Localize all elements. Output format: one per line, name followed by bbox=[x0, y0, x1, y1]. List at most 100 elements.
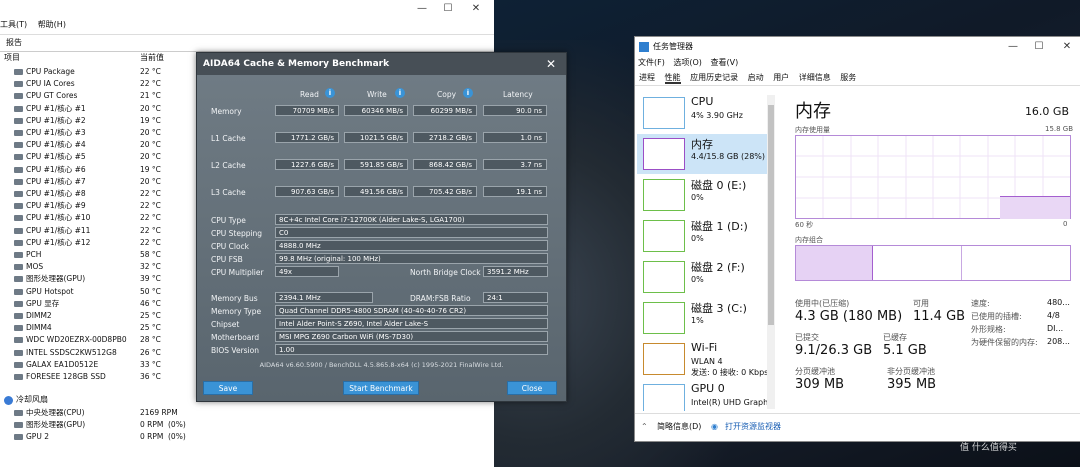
sensor-row[interactable]: DIMM4 25 °C bbox=[0, 322, 200, 334]
sensor-row[interactable]: WDC WD20EZRX-00D8PB0 28 °C bbox=[0, 334, 200, 346]
minimize-icon[interactable]: — bbox=[414, 2, 430, 16]
tab-performance[interactable]: 性能 bbox=[664, 73, 681, 84]
sensor-name: CPU #1/核心 #6 bbox=[26, 164, 86, 174]
sensor-row[interactable]: CPU #1/核心 #6 19 °C bbox=[0, 164, 200, 176]
sensor-row[interactable]: CPU IA Cores 22 °C bbox=[0, 78, 200, 90]
tm-close-icon[interactable]: ✕ bbox=[1059, 40, 1075, 54]
sensor-row[interactable]: CPU #1/核心 #7 20 °C bbox=[0, 176, 200, 188]
sensor-row[interactable]: FORESEE 128GB SSD 36 °C bbox=[0, 371, 200, 383]
sensor-row[interactable]: CPU #1/核心 #8 22 °C bbox=[0, 188, 200, 200]
open-resource-monitor-link[interactable]: 打开资源监视器 bbox=[725, 414, 781, 440]
sidebar-item-disk[interactable]: 磁盘 0 (E:) 0% bbox=[637, 175, 767, 215]
slots-label: 已使用的插槽: bbox=[971, 312, 1022, 321]
maximize-icon[interactable]: ☐ bbox=[440, 2, 456, 16]
close-icon[interactable]: ✕ bbox=[468, 2, 484, 16]
sensor-row[interactable]: CPU #1/核心 #10 22 °C bbox=[0, 212, 200, 224]
sensor-row[interactable]: INTEL SSDSC2KW512G8 26 °C bbox=[0, 347, 200, 359]
sensor-row[interactable]: GPU Hotspot 50 °C bbox=[0, 286, 200, 298]
sensor-row[interactable]: CPU #1/核心 #12 22 °C bbox=[0, 237, 200, 249]
fan-row[interactable]: GPU 2 0 RPM (0%) bbox=[0, 431, 200, 443]
composition-modified bbox=[873, 246, 962, 280]
sidebar-scrollbar[interactable] bbox=[767, 95, 775, 409]
bench-row-label: Memory bbox=[211, 107, 242, 116]
tab-services[interactable]: 服务 bbox=[840, 73, 856, 82]
fan-section-header[interactable]: 冷却风扇 bbox=[4, 394, 204, 406]
compose-label: 内存组合 bbox=[795, 236, 823, 244]
sidebar-item-net[interactable]: Wi-Fi WLAN 4 发送: 0 接收: 0 Kbps bbox=[637, 339, 768, 379]
sensor-row[interactable]: CPU #1/核心 #9 22 °C bbox=[0, 200, 200, 212]
sensor-icon bbox=[14, 130, 23, 136]
sensor-row[interactable]: MOS 32 °C bbox=[0, 261, 200, 273]
sensor-row[interactable]: GALAX EA1D0512E 33 °C bbox=[0, 359, 200, 371]
fan-name: GPU 2 bbox=[26, 432, 49, 442]
sensor-row[interactable]: CPU #1/核心 #5 20 °C bbox=[0, 151, 200, 163]
sensor-name: DIMM2 bbox=[26, 311, 52, 320]
bench-read-value: 70709 MB/s bbox=[275, 105, 339, 116]
memory-title: 内存 bbox=[795, 101, 831, 122]
sensor-name: GALAX EA1D0512E bbox=[26, 359, 99, 369]
sensor-row[interactable]: CPU GT Cores 21 °C bbox=[0, 90, 200, 102]
aida-close-icon[interactable]: ✕ bbox=[546, 53, 556, 75]
sidebar-item-disk[interactable]: 磁盘 3 (C:) 1% bbox=[637, 298, 767, 338]
cached-label: 已缓存 bbox=[883, 333, 907, 342]
read-info-icon[interactable]: i bbox=[325, 88, 335, 98]
tm-maximize-icon[interactable]: ☐ bbox=[1031, 40, 1047, 54]
scrollbar-thumb[interactable] bbox=[768, 105, 774, 325]
sensor-row[interactable]: CPU #1/核心 #3 20 °C bbox=[0, 127, 200, 139]
tab-app-history[interactable]: 应用历史记录 bbox=[690, 73, 738, 82]
sidebar-item-mem[interactable]: 内存 4.4/15.8 GB (28%) bbox=[637, 134, 767, 174]
sidebar-sparkline bbox=[643, 97, 685, 129]
report-button[interactable]: 报告 bbox=[6, 38, 22, 47]
sensor-value: 25 °C bbox=[140, 323, 161, 333]
fan-row[interactable]: 图形处理器(GPU) 0 RPM (0%) bbox=[0, 419, 200, 431]
brief-info-link[interactable]: 简略信息(D) bbox=[657, 414, 701, 440]
menu-tools[interactable]: 工具(T) bbox=[0, 20, 27, 29]
menu-help[interactable]: 帮助(H) bbox=[38, 20, 66, 29]
tm-menu-view[interactable]: 查看(V) bbox=[710, 58, 738, 67]
tab-startup[interactable]: 启动 bbox=[748, 73, 764, 82]
col-value-header[interactable]: 当前值 bbox=[140, 52, 164, 64]
sensor-row[interactable]: CPU Package 22 °C bbox=[0, 66, 200, 78]
sensor-row[interactable]: PCH 58 °C bbox=[0, 249, 200, 261]
sensor-row[interactable]: CPU #1/核心 #11 22 °C bbox=[0, 225, 200, 237]
sensor-row[interactable]: 图形处理器(GPU) 39 °C bbox=[0, 273, 200, 285]
tm-menu-options[interactable]: 选项(O) bbox=[673, 58, 702, 67]
sidebar-item-name: 磁盘 1 (D:) bbox=[691, 220, 748, 233]
copy-info-icon[interactable]: i bbox=[463, 88, 473, 98]
resource-monitor-icon: ◉ bbox=[711, 422, 718, 431]
sensor-row[interactable]: CPU #1/核心 #4 20 °C bbox=[0, 139, 200, 151]
tm-menu-file[interactable]: 文件(F) bbox=[638, 58, 665, 67]
sidebar-item-cpu[interactable]: CPU 4% 3.90 GHz bbox=[637, 93, 767, 133]
tab-details[interactable]: 详细信息 bbox=[799, 73, 831, 82]
fan-row[interactable]: 中央处理器(CPU) 2169 RPM bbox=[0, 407, 200, 419]
mem-type-label: Memory Type bbox=[211, 307, 262, 316]
chevron-up-icon[interactable]: ⌃ bbox=[641, 414, 648, 440]
bench-copy-value: 2718.2 GB/s bbox=[413, 132, 477, 143]
aida-title: AIDA64 Cache & Memory Benchmark bbox=[203, 59, 390, 69]
sidebar-item-disk[interactable]: 磁盘 2 (F:) 0% bbox=[637, 257, 767, 297]
form-value: DI... bbox=[1047, 324, 1064, 333]
save-button[interactable]: Save bbox=[203, 381, 253, 395]
close-button[interactable]: Close bbox=[507, 381, 557, 395]
sidebar-item-gpu[interactable]: GPU 0 Intel(R) UHD Graph bbox=[637, 380, 768, 411]
sensor-row[interactable]: GPU 显存 46 °C bbox=[0, 298, 200, 310]
start-benchmark-button[interactable]: Start Benchmark bbox=[343, 381, 419, 395]
fan-row-icon bbox=[14, 410, 23, 416]
tab-users[interactable]: 用户 bbox=[773, 73, 789, 82]
cpu-mult-value: 49x bbox=[275, 266, 339, 277]
tab-processes[interactable]: 进程 bbox=[639, 73, 655, 82]
write-info-icon[interactable]: i bbox=[395, 88, 405, 98]
composition-free bbox=[962, 246, 1070, 280]
tm-minimize-icon[interactable]: — bbox=[1005, 40, 1021, 54]
sensor-row[interactable]: DIMM2 25 °C bbox=[0, 310, 200, 322]
tm-menubar: 文件(F) 选项(O) 查看(V) bbox=[635, 57, 741, 69]
fan-rpm: 2169 RPM bbox=[140, 408, 178, 417]
sensor-row[interactable]: CPU #1/核心 #1 20 °C bbox=[0, 103, 200, 115]
perf-sidebar: CPU 4% 3.90 GHz 内存 4.4/15.8 GB (28%) 磁盘 0 (E… bbox=[635, 93, 769, 411]
sensor-name: CPU #1/核心 #9 bbox=[26, 201, 86, 211]
sensor-name: CPU #1/核心 #8 bbox=[26, 189, 86, 198]
col-item-header[interactable]: 项目 bbox=[4, 52, 20, 64]
bios-label: BIOS Version bbox=[211, 346, 259, 355]
sidebar-item-disk[interactable]: 磁盘 1 (D:) 0% bbox=[637, 216, 767, 256]
sensor-row[interactable]: CPU #1/核心 #2 19 °C bbox=[0, 115, 200, 127]
